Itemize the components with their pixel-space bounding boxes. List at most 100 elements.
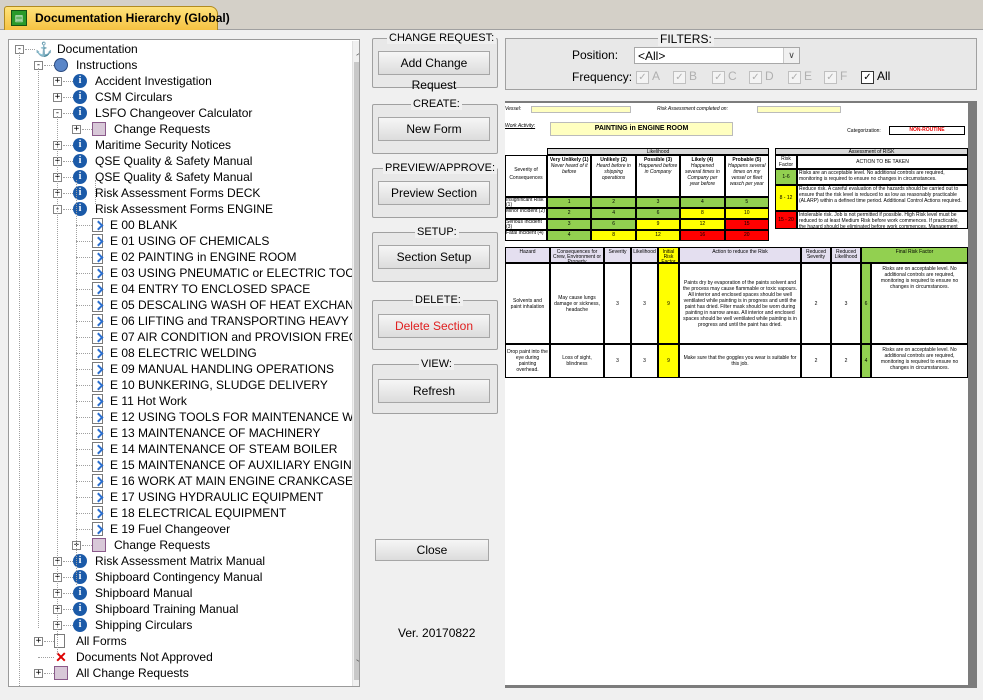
new-form-button[interactable]: New Form bbox=[378, 117, 490, 141]
tab-label: Documentation Hierarchy (Global) bbox=[35, 11, 230, 25]
risk-matrix-cell: 4 bbox=[591, 208, 636, 219]
risk-action-text: Intolerable risk. Job is not permitted i… bbox=[797, 211, 968, 229]
expand-icon[interactable]: + bbox=[72, 125, 81, 134]
chevron-down-icon[interactable]: ∨ bbox=[783, 48, 799, 63]
section-setup-button[interactable]: Section Setup bbox=[378, 245, 490, 269]
scroll-down-icon[interactable]: ﹀ bbox=[354, 656, 359, 671]
risk-assessment-form-page: Vessel: Risk Assessment completed on: Wo… bbox=[505, 103, 968, 685]
document-icon bbox=[92, 250, 103, 264]
expand-icon[interactable]: + bbox=[53, 93, 62, 102]
forms-icon bbox=[54, 634, 65, 648]
scroll-up-icon[interactable]: ︿ bbox=[354, 43, 359, 58]
hazard-cell: 3 bbox=[631, 263, 658, 344]
tab-documentation-hierarchy[interactable]: ▤ Documentation Hierarchy (Global) bbox=[4, 6, 230, 30]
tree-node-label: CSM Circulars bbox=[95, 90, 173, 104]
tree-connector bbox=[63, 209, 73, 210]
work-activity-value: PAINTING in ENGINE ROOM bbox=[550, 122, 733, 136]
risk-matrix-cell: 2 bbox=[547, 208, 592, 219]
delete-section-button[interactable]: Delete Section bbox=[378, 314, 490, 338]
tree-connector bbox=[38, 657, 54, 658]
setup-title: SETUP: bbox=[415, 226, 459, 238]
document-icon bbox=[92, 442, 103, 456]
position-select[interactable]: <All> ∨ bbox=[634, 47, 800, 64]
tree-connector bbox=[63, 177, 73, 178]
vessel-label: Vessel: bbox=[505, 106, 522, 112]
add-change-request-button[interactable]: Add Change Request bbox=[378, 51, 490, 92]
tree-connector bbox=[76, 321, 92, 322]
frequency-checkbox: ✓ bbox=[824, 71, 837, 84]
info-icon: i bbox=[73, 138, 87, 152]
document-icon bbox=[92, 506, 103, 520]
risk-matrix-cell: 4 bbox=[680, 197, 725, 208]
refresh-button[interactable]: Refresh bbox=[378, 379, 490, 403]
app-icon: ▤ bbox=[11, 10, 27, 26]
risk-matrix-cell: 8 bbox=[680, 208, 725, 219]
tree-connector bbox=[76, 273, 92, 274]
tree-connector bbox=[63, 561, 73, 562]
tree-node-label: LSFO Changeover Calculator bbox=[95, 106, 253, 120]
preview-section-button[interactable]: Preview Section bbox=[378, 181, 490, 205]
tree-node-label: E 00 BLANK bbox=[110, 218, 178, 232]
hazard-cell: 6 bbox=[861, 263, 871, 344]
risk-action-text: Reduce risk. A careful evaluation of the… bbox=[797, 185, 968, 211]
risk-matrix-cell: 16 bbox=[680, 230, 725, 241]
close-button[interactable]: Close bbox=[375, 539, 489, 561]
delete-title: DELETE: bbox=[413, 294, 463, 306]
change-request-icon bbox=[92, 122, 106, 136]
tree-node-label: Documentation bbox=[57, 42, 138, 56]
hazard-cell: Paints dry by evaporation of the paints … bbox=[679, 263, 801, 344]
frequency-checkbox-label: F bbox=[840, 69, 848, 83]
hazard-column-header: Hazard bbox=[505, 247, 550, 263]
tree-node-label: E 10 BUNKERING, SLUDGE DELIVERY bbox=[110, 378, 328, 392]
position-label: Position: bbox=[572, 48, 619, 62]
severity-level: Fatal Incident (4) bbox=[505, 230, 547, 241]
likelihood-desc: Happens several times on my vessel or fl… bbox=[728, 163, 766, 187]
document-icon bbox=[92, 330, 103, 344]
risk-matrix-cell: 3 bbox=[547, 219, 592, 230]
frequency-label: Frequency: bbox=[572, 70, 633, 84]
position-select-value: <All> bbox=[638, 49, 666, 63]
tree-connector bbox=[25, 49, 35, 50]
hazard-column-header: Reduced Likelihood bbox=[831, 247, 861, 263]
frequency-checkbox[interactable]: ✓ bbox=[861, 71, 874, 84]
tree-connector bbox=[76, 513, 92, 514]
tree-connector bbox=[76, 225, 92, 226]
tree-guide-line bbox=[57, 116, 58, 654]
frequency-checkbox-label: All bbox=[877, 69, 891, 83]
hazard-cell: Make sure that the goggles you wear is s… bbox=[679, 344, 801, 378]
completed-field bbox=[757, 106, 841, 113]
hazard-column-header: Consequences for Crew, Environment or Pr… bbox=[550, 247, 604, 263]
risk-matrix-cell: 12 bbox=[680, 219, 725, 230]
document-icon bbox=[92, 282, 103, 296]
completed-label: Risk Assessment completed on: bbox=[657, 106, 728, 112]
hazard-cell: Drop paint into the eye during painting … bbox=[505, 344, 550, 378]
expand-icon[interactable]: + bbox=[34, 669, 43, 678]
hazard-column-header: Severity bbox=[604, 247, 631, 263]
tree-node-label: E 13 MAINTENANCE OF MACHINERY bbox=[110, 426, 321, 440]
tree-guide-line bbox=[38, 68, 39, 628]
tree-connector bbox=[76, 385, 92, 386]
tree-node-label: E 01 USING OF CHEMICALS bbox=[110, 234, 270, 248]
expand-icon[interactable]: + bbox=[34, 637, 43, 646]
hazard-cell: 2 bbox=[801, 263, 831, 344]
create-title: CREATE: bbox=[411, 98, 462, 110]
tree-node-label: Instructions bbox=[76, 58, 138, 72]
document-icon bbox=[92, 218, 103, 232]
final-risk-text: Risks are on acceptable level. No additi… bbox=[871, 263, 968, 344]
hazard-cell: 2 bbox=[801, 344, 831, 378]
hazard-cell: 3 bbox=[631, 344, 658, 378]
tree-connector bbox=[63, 577, 73, 578]
risk-matrix-cell: 1 bbox=[547, 197, 592, 208]
tree-vertical-scroll-thumb[interactable] bbox=[354, 62, 359, 680]
tree-node-label: E 19 Fuel Changeover bbox=[110, 522, 231, 536]
categorization-value: NON-ROUTINE bbox=[889, 126, 965, 135]
risk-matrix-cell: 3 bbox=[635, 197, 681, 208]
hazard-cell: 9 bbox=[658, 344, 679, 378]
document-icon bbox=[92, 378, 103, 392]
frequency-checkbox: ✓ bbox=[712, 71, 725, 84]
documentation-tree[interactable]: - ⚓ Documentation - Instructions + i Accident I… bbox=[8, 39, 360, 687]
info-icon: i bbox=[73, 74, 87, 88]
expand-icon[interactable]: + bbox=[53, 77, 62, 86]
version-label: Ver. 20170822 bbox=[398, 626, 476, 640]
hazard-column-header: Action to reduce the Risk bbox=[679, 247, 801, 263]
